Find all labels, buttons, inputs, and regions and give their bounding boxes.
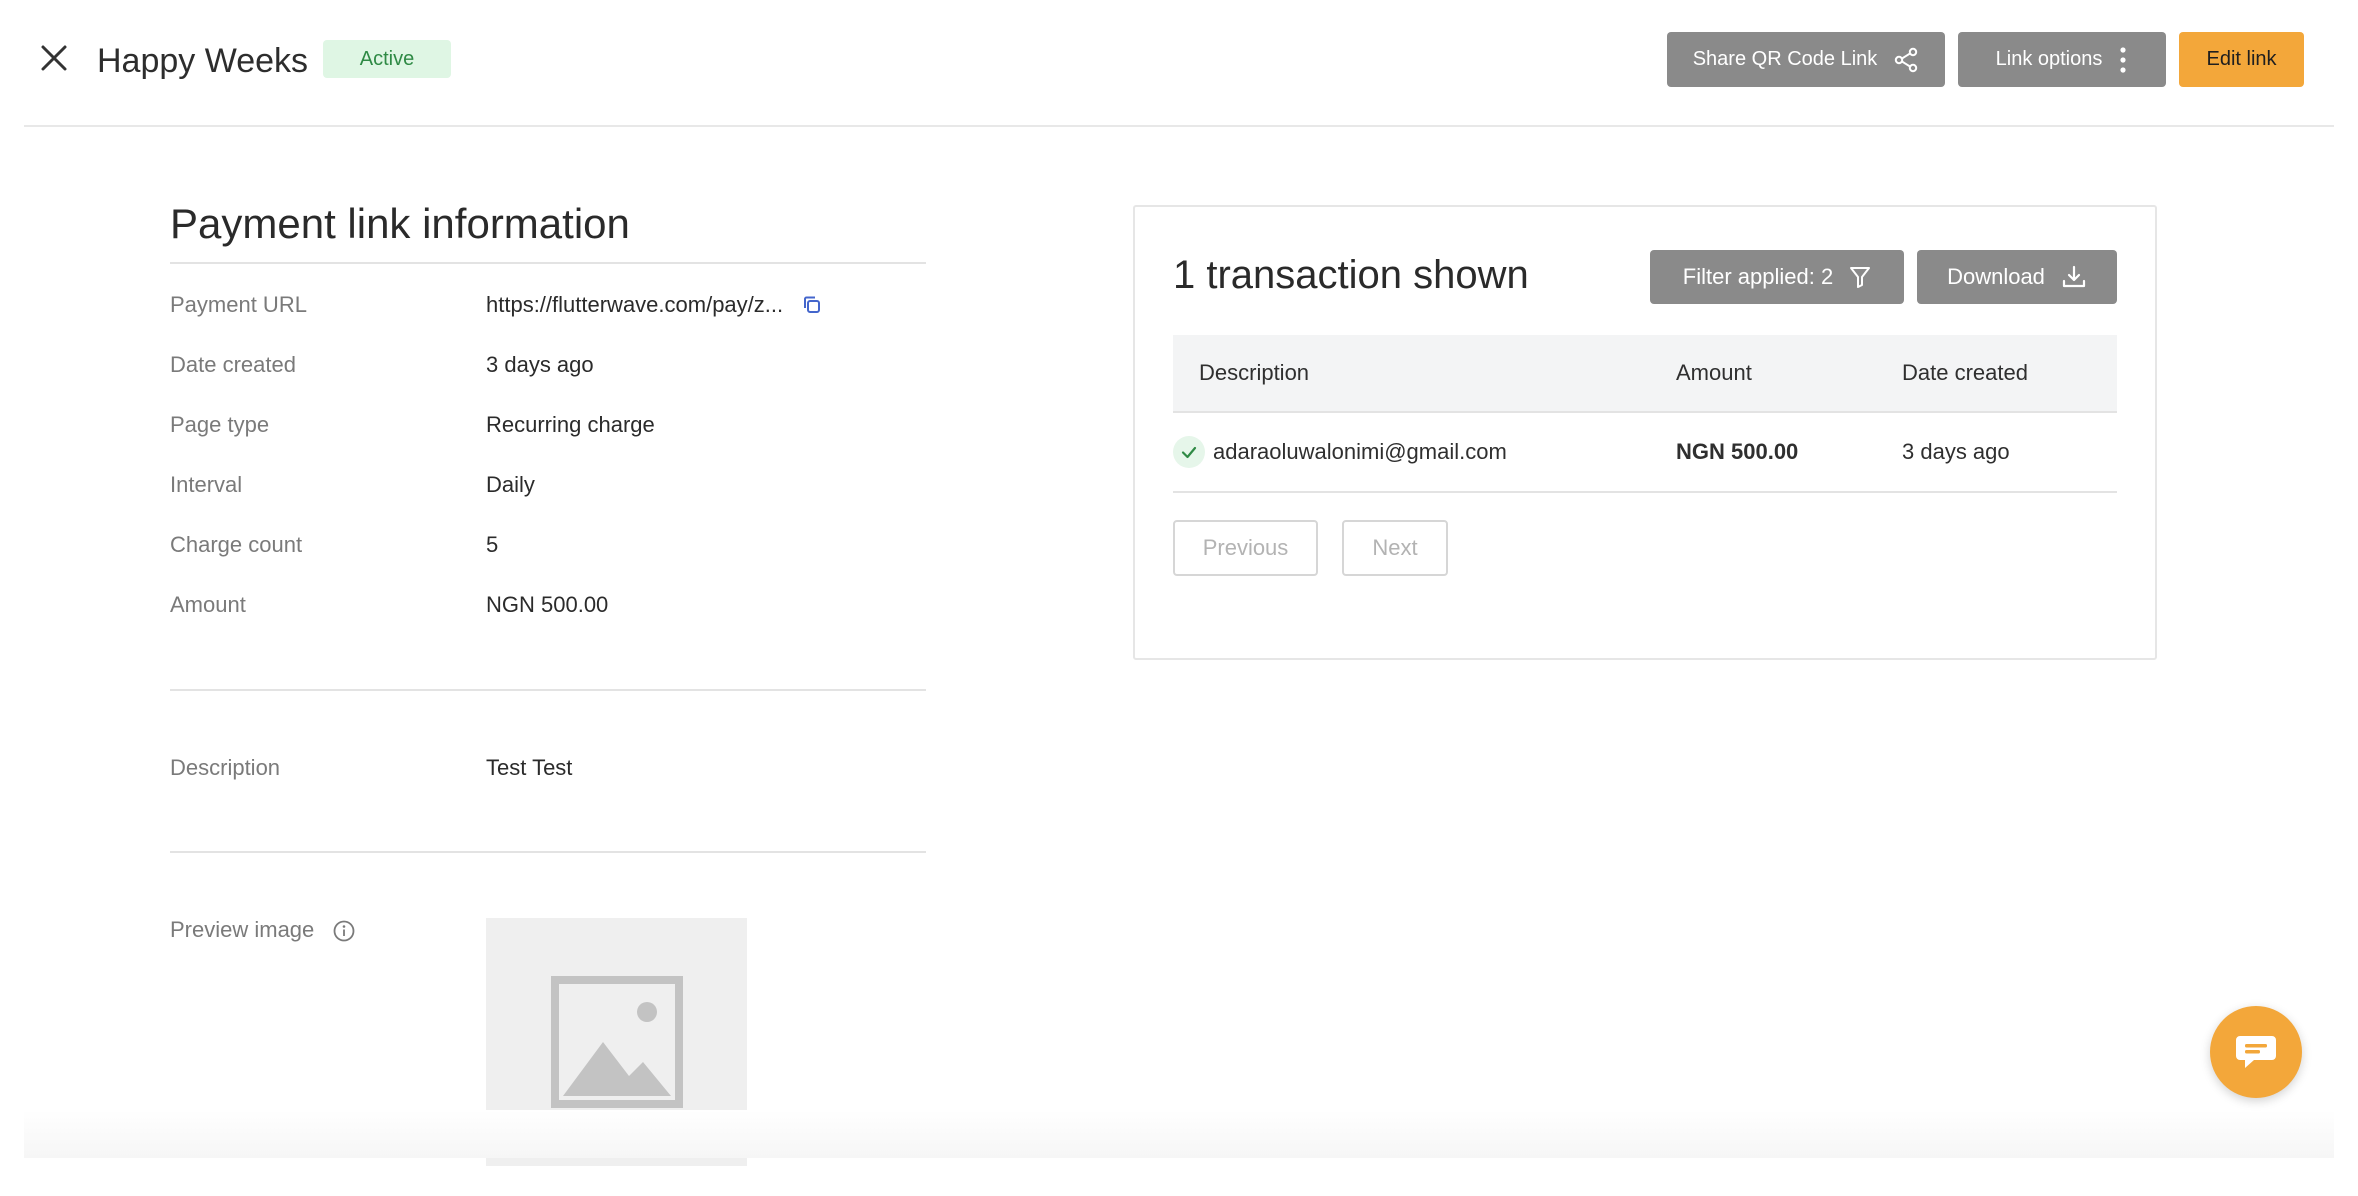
close-button[interactable]	[34, 38, 74, 78]
preview-image-label: Preview image	[170, 917, 315, 942]
close-icon	[41, 45, 67, 71]
info-value: NGN 500.00	[486, 592, 609, 617]
filter-button[interactable]: Filter applied: 2	[1650, 250, 1904, 304]
filter-icon	[1850, 267, 1871, 288]
info-value: 3 days ago	[486, 352, 594, 377]
info-icon	[334, 920, 355, 942]
link-options-label: Link options	[1995, 48, 2103, 70]
column-header-amount: Amount	[1676, 360, 1752, 385]
info-label: Description	[170, 755, 281, 780]
info-label: Interval	[170, 472, 243, 497]
table-row[interactable]: adaraoluwalonimi@gmail.com NGN 500.00 3 …	[1173, 413, 2117, 493]
chat-button[interactable]	[2210, 1006, 2302, 1098]
payment-link-info: Payment link information Payment URL htt…	[170, 200, 926, 1166]
info-row-page-type: Page type Recurring charge	[170, 412, 926, 438]
column-header-description: Description	[1199, 360, 1310, 385]
status-badge: Active	[323, 40, 451, 78]
info-row-interval: Interval Daily	[170, 472, 926, 498]
info-row-payment-url: Payment URL https://flutterwave.com/pay/…	[170, 292, 926, 318]
download-button-label: Download	[1947, 264, 2045, 289]
payment-url-link[interactable]: https://flutterwave.com/pay/z...	[486, 292, 783, 318]
edit-link-button[interactable]: Edit link	[2179, 32, 2304, 87]
vertical-dots-icon	[2120, 46, 2126, 73]
transactions-card: 1 transaction shown Filter applied: 2 Do…	[1133, 205, 2157, 660]
transaction-date: 3 days ago	[1902, 439, 2010, 464]
download-icon	[2062, 265, 2086, 288]
column-header-date-created: Date created	[1902, 360, 2028, 385]
divider	[170, 851, 926, 853]
transaction-amount: NGN 500.00	[1676, 439, 1799, 464]
page-title: Happy Weeks	[97, 42, 309, 80]
copy-url-button[interactable]	[801, 294, 823, 316]
divider	[170, 689, 926, 691]
image-placeholder-icon	[550, 976, 683, 1108]
row-description: adaraoluwalonimi@gmail.com	[1173, 413, 1507, 491]
info-row-amount: Amount NGN 500.00	[170, 592, 926, 618]
info-row-charge-count: Charge count 5	[170, 532, 926, 558]
next-page-button[interactable]: Next	[1342, 520, 1448, 576]
transactions-title: 1 transaction shown	[1173, 253, 1529, 297]
info-row-date-created: Date created 3 days ago	[170, 352, 926, 378]
info-value: 5	[486, 532, 499, 557]
info-value: Test Test	[486, 755, 573, 780]
share-icon	[1895, 47, 1918, 72]
section-title: Payment link information	[170, 200, 926, 264]
check-icon	[1181, 446, 1197, 459]
success-status	[1173, 436, 1205, 468]
info-label: Date created	[170, 352, 296, 377]
chat-icon	[2236, 1036, 2276, 1068]
previous-page-button[interactable]: Previous	[1173, 520, 1318, 576]
payment-link-page: Happy Weeks Active Share QR Code Link Li…	[0, 0, 2358, 1196]
filter-button-label: Filter applied: 2	[1682, 264, 1834, 289]
link-options-button[interactable]: Link options	[1958, 32, 2166, 87]
info-label: Charge count	[170, 532, 303, 557]
info-value: Recurring charge	[486, 412, 655, 437]
page-header: Happy Weeks Active Share QR Code Link Li…	[24, 0, 2334, 127]
info-label: Page type	[170, 412, 270, 437]
preview-info-tooltip[interactable]	[332, 919, 356, 943]
info-label: Preview image	[170, 917, 486, 943]
bottom-fade	[24, 1110, 2334, 1158]
download-button[interactable]: Download	[1917, 250, 2117, 304]
table-header: Description Amount Date created	[1173, 335, 2117, 413]
info-row-description: Description Test Test	[170, 755, 926, 781]
info-label: Amount	[170, 592, 246, 617]
info-value: Daily	[486, 472, 535, 497]
transaction-email: adaraoluwalonimi@gmail.com	[1213, 439, 1507, 464]
info-label: Payment URL	[170, 292, 307, 317]
share-qr-code-link-button[interactable]: Share QR Code Link	[1667, 32, 1945, 87]
share-button-label: Share QR Code Link	[1692, 48, 1878, 70]
copy-icon	[804, 296, 821, 313]
